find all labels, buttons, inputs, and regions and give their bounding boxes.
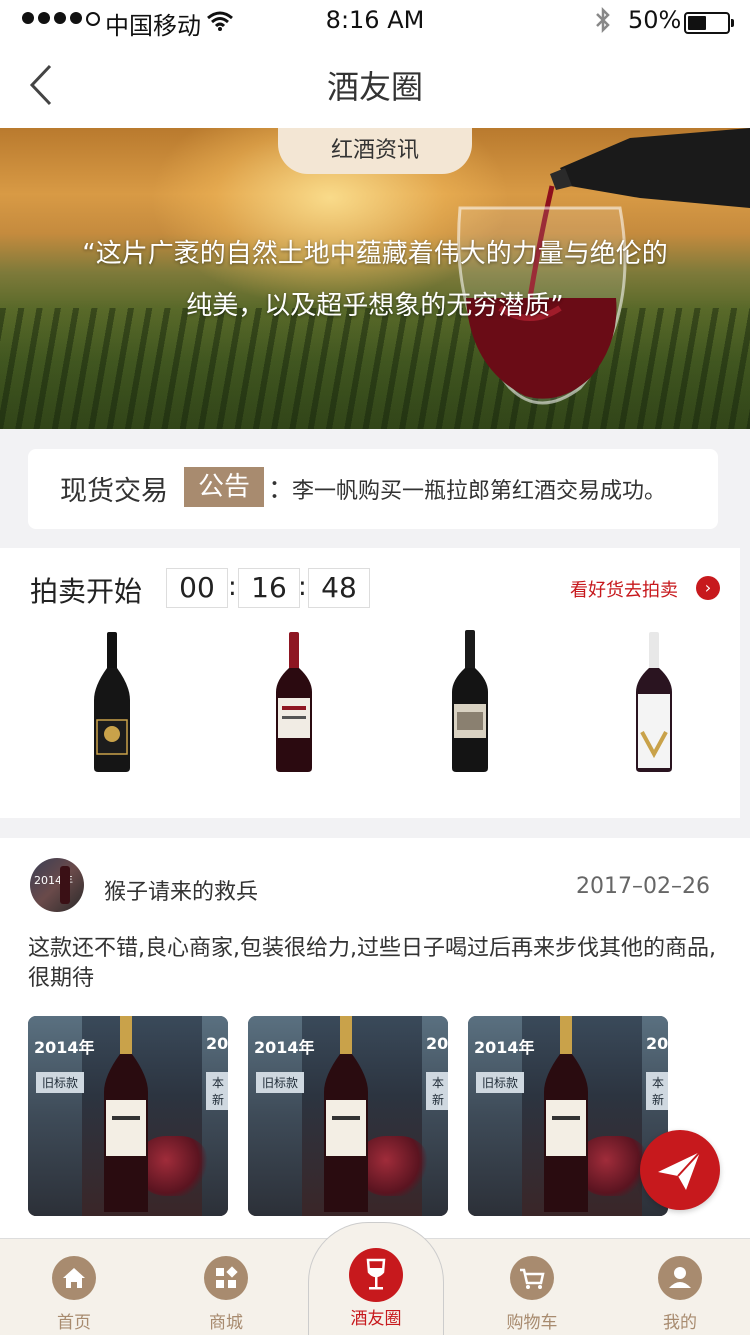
auction-title: 拍卖开始 [30,575,143,608]
old-label-tag: 旧标款 [476,1072,525,1093]
navigation-bar: 酒友圈 [0,42,750,128]
chevron-right-icon[interactable]: › [696,576,720,600]
home-icon [52,1256,96,1300]
announcement-badge: 公告 [184,467,264,507]
bluetooth-icon [596,6,610,34]
auction-bottle-4[interactable] [614,628,694,778]
tab-mall[interactable]: 商城 [166,1256,286,1333]
user-icon [658,1256,702,1300]
battery-percent: 50% [628,6,682,34]
auction-section: 拍卖开始 00 : 16 : 48 看好货去拍卖 › [0,548,740,818]
review-photo-2[interactable]: 2014年 20 旧标款 本新 [248,1016,448,1216]
banner-quote-line-1: “这片广袤的自然土地中蕴藏着伟大的力量与绝伦的 [82,239,668,269]
auction-bottle-2[interactable] [254,628,334,778]
tab-mine[interactable]: 我的 [620,1256,740,1333]
countdown-minutes: 16 [238,568,300,608]
paper-plane-icon [658,1151,701,1190]
wine-bottle-icon [94,632,130,772]
notice-message: 李一帆购买一瓶拉郎第红酒交易成功。 [292,479,667,504]
photo-year-cut-text: 20 [426,1034,448,1053]
old-label-tag: 旧标款 [256,1072,305,1093]
new-label-tag: 本新 [206,1072,228,1110]
photo-year-cut-text: 20 [646,1034,668,1053]
auction-bottle-1[interactable] [72,628,152,778]
wine-bottle-icon [276,632,312,772]
cart-icon [510,1256,554,1300]
news-banner[interactable]: 红酒资讯 “这片广袤的自然土地中蕴藏着伟大的力量与绝伦的 纯美，以及超乎想象的无… [0,128,750,429]
review-photo-3[interactable]: 2014年 20 旧标款 本新 [468,1016,668,1216]
page-title: 酒友圈 [326,68,423,106]
tab-cart[interactable]: 购物车 [472,1256,592,1333]
notice-colon: ： [268,475,295,505]
review-photo-1[interactable]: 2014年 20 旧标款 本新 [28,1016,228,1216]
review-user-name[interactable]: 猴子请来的救兵 [104,874,258,906]
tab-label: 购物车 [506,1313,558,1333]
wine-bottle-icon [324,1016,368,1212]
banner-quote: “这片广袤的自然土地中蕴藏着伟大的力量与绝伦的 纯美，以及超乎想象的无穷潜质” [60,228,690,332]
tab-home[interactable]: 首页 [14,1256,134,1333]
banner-quote-line-2: 纯美，以及超乎想象的无穷潜质” [186,291,564,321]
review-card: 2014年 猴子请来的救兵 2017–02–26 这款还不错,良心商家,包装很给… [0,838,750,1238]
review-text: 这款还不错,良心商家,包装很给力,过些日子喝过后再来步伐其他的商品,很期待 [28,936,716,991]
countdown-separator: : [228,572,237,602]
tab-label: 酒友圈 [350,1309,402,1329]
auction-bottle-3[interactable] [430,628,510,778]
wine-glass-icon [349,1248,403,1302]
photo-year-text: 2014年 [474,1038,535,1057]
wine-bottle-icon [104,1016,148,1212]
tab-label: 商城 [209,1313,243,1333]
countdown-separator: : [298,572,307,602]
photo-year-text: 2014年 [254,1038,315,1057]
grid-icon [204,1256,248,1300]
avatar[interactable]: 2014年 [30,858,84,912]
wine-bottle-icon [452,630,488,772]
wine-bottle-icon [636,632,672,772]
new-label-tag: 本新 [426,1072,448,1110]
countdown-seconds: 48 [308,568,370,608]
tab-label: 首页 [57,1313,91,1333]
spot-trading-label: 现货交易 [60,476,168,507]
photo-year-text: 2014年 [34,1038,95,1057]
countdown-hours: 00 [166,568,228,608]
post-button[interactable] [640,1130,720,1210]
notice-card[interactable]: 现货交易 公告 ： 李一帆购买一瓶拉郎第红酒交易成功。 [28,449,718,529]
photo-year-cut-text: 20 [206,1034,228,1053]
go-auction-link[interactable]: 看好货去拍卖 [570,576,678,602]
review-date: 2017–02–26 [576,874,710,899]
battery-icon [684,12,734,34]
status-bar: 中国移动 8:16 AM 50% [0,0,750,42]
new-label-tag: 本新 [646,1072,668,1110]
wine-bottle-icon [544,1016,588,1212]
tab-label: 我的 [663,1313,697,1333]
banner-tag: 红酒资讯 [278,128,472,174]
avatar-bottle [60,866,70,904]
old-label-tag: 旧标款 [36,1072,85,1093]
tab-wine-circle[interactable]: 酒友圈 [316,1248,436,1329]
